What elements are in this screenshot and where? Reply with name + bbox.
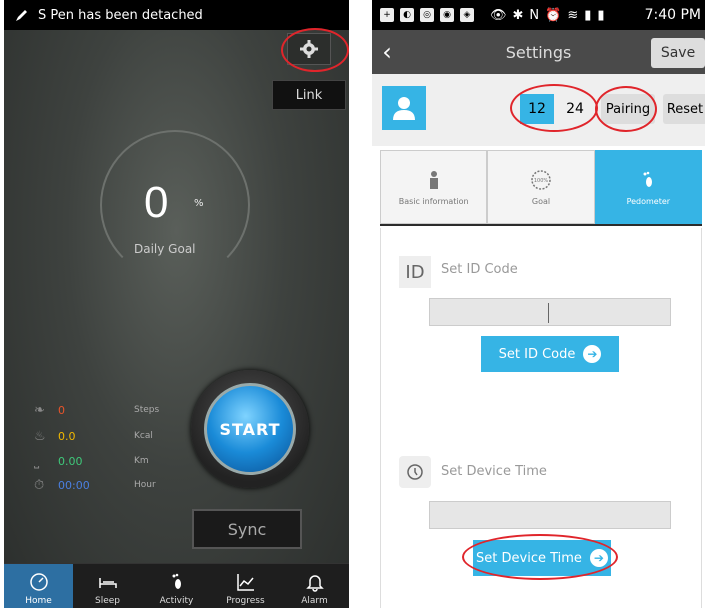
home-screen: S Pen has been detached Link 0 % Daily G… bbox=[4, 0, 349, 608]
kcal-label: Kcal bbox=[134, 431, 153, 441]
tab-label: Goal bbox=[531, 196, 551, 206]
ruler-icon: ⎵ bbox=[34, 453, 40, 469]
footprint-icon bbox=[172, 573, 181, 589]
status-bar: + ◐ ◎ ◉ ◈ 👁 ✱ N ⏰ ≋ ▮ ▮ 7:40 PM bbox=[372, 0, 705, 30]
highlight-circle bbox=[462, 534, 618, 580]
start-button[interactable]: START bbox=[204, 383, 296, 475]
button-label: Set ID Code bbox=[498, 346, 576, 362]
tab-basic-information[interactable]: Basic information bbox=[380, 150, 488, 224]
eye-icon: 👁 bbox=[490, 7, 507, 23]
flame-icon: ♨ bbox=[34, 428, 46, 444]
tab-label: Activity bbox=[159, 596, 194, 606]
app-icon: ◉ bbox=[440, 8, 454, 22]
tab-label: Basic information bbox=[398, 196, 469, 206]
arrow-right-icon: ➔ bbox=[583, 345, 602, 363]
footprint-icon bbox=[643, 171, 653, 187]
device-time-field[interactable] bbox=[429, 501, 671, 529]
tab-label: Alarm bbox=[301, 596, 328, 606]
highlight-circle bbox=[595, 86, 657, 132]
link-button[interactable]: Link bbox=[272, 80, 346, 110]
alarm-icon: ⏰ bbox=[545, 7, 562, 23]
bottom-tab-bar: Home Sleep Activity Progress Alarm bbox=[4, 563, 349, 608]
gauge-icon bbox=[29, 573, 48, 591]
stat-steps: ❧ 0 Steps bbox=[34, 400, 159, 420]
signal-icon: ▮ bbox=[584, 7, 592, 23]
id-code-field[interactable] bbox=[429, 298, 671, 326]
tab-pedometer[interactable]: Pedometer bbox=[594, 150, 702, 224]
bell-icon bbox=[305, 575, 324, 592]
chart-icon bbox=[236, 574, 254, 591]
goal-ring bbox=[100, 130, 250, 280]
stat-hour: ⏱ 00:00 Hour bbox=[34, 475, 156, 495]
battery-icon: ▮ bbox=[597, 7, 605, 23]
nfc-icon: N bbox=[529, 7, 540, 23]
app-icon: ◈ bbox=[460, 8, 474, 22]
bluetooth-icon: ✱ bbox=[512, 7, 524, 23]
text-cursor bbox=[548, 303, 549, 323]
highlight-circle bbox=[281, 28, 349, 72]
sync-button[interactable]: Sync bbox=[192, 509, 302, 549]
pen-icon bbox=[16, 10, 27, 21]
save-button[interactable]: Save bbox=[651, 38, 705, 68]
header: ‹ Settings Save bbox=[372, 30, 705, 74]
km-label: Km bbox=[134, 456, 149, 466]
avatar[interactable] bbox=[382, 86, 426, 130]
tab-label: Pedometer bbox=[626, 196, 671, 206]
stopwatch-icon: ⏱ bbox=[34, 477, 45, 493]
goal-badge: 100% bbox=[534, 178, 549, 184]
id-icon: ID bbox=[399, 256, 431, 288]
reset-button[interactable]: Reset bbox=[663, 94, 705, 124]
kcal-value: 0.0 bbox=[58, 429, 76, 443]
app-icon: ◎ bbox=[420, 8, 434, 22]
status-bar: S Pen has been detached bbox=[4, 0, 349, 30]
plus-icon: + bbox=[380, 8, 394, 22]
highlight-circle bbox=[510, 84, 598, 132]
bed-icon bbox=[98, 578, 117, 588]
stat-kcal: ♨ 0.0 Kcal bbox=[34, 426, 153, 446]
hour-value: 00:00 bbox=[58, 478, 90, 492]
tab-goal[interactable]: 100% Goal bbox=[487, 150, 595, 224]
progress-unit: % bbox=[194, 198, 204, 209]
tab-progress[interactable]: Progress bbox=[211, 564, 280, 608]
tab-label: Progress bbox=[226, 596, 265, 606]
clock: 7:40 PM bbox=[644, 7, 701, 23]
set-id-code-button[interactable]: Set ID Code ➔ bbox=[481, 336, 619, 372]
progress-value: 0 bbox=[144, 178, 169, 227]
tab-label: Home bbox=[25, 596, 52, 606]
tab-sleep[interactable]: Sleep bbox=[73, 564, 142, 608]
app-icon: ◐ bbox=[400, 8, 414, 22]
clock-icon bbox=[399, 456, 431, 488]
wifi-icon: ≋ bbox=[567, 7, 579, 23]
goal-icon: 100% bbox=[531, 169, 551, 190]
steps-label: Steps bbox=[134, 405, 160, 415]
tab-label: Sleep bbox=[94, 596, 120, 606]
set-time-label: Set Device Time bbox=[441, 464, 547, 479]
footprint-icon: ❧ bbox=[34, 402, 45, 418]
km-value: 0.00 bbox=[58, 454, 83, 468]
tab-alarm[interactable]: Alarm bbox=[280, 564, 349, 608]
settings-tabs: Basic information 100% Goal Pedometer bbox=[380, 150, 702, 226]
hour-label: Hour bbox=[134, 480, 156, 490]
settings-screen: + ◐ ◎ ◉ ◈ 👁 ✱ N ⏰ ≋ ▮ ▮ 7:40 PM ‹ Settin… bbox=[372, 0, 705, 608]
daily-goal-label: Daily Goal bbox=[134, 242, 196, 256]
status-text: S Pen has been detached bbox=[38, 7, 203, 23]
tab-home[interactable]: Home bbox=[4, 564, 73, 608]
steps-value: 0 bbox=[58, 403, 65, 417]
tab-activity[interactable]: Activity bbox=[142, 564, 211, 608]
start-button-frame: START bbox=[191, 370, 309, 488]
person-icon bbox=[393, 97, 415, 120]
person-icon bbox=[429, 170, 438, 189]
stat-km: ⎵ 0.00 Km bbox=[34, 451, 149, 471]
set-id-label: Set ID Code bbox=[441, 262, 518, 277]
